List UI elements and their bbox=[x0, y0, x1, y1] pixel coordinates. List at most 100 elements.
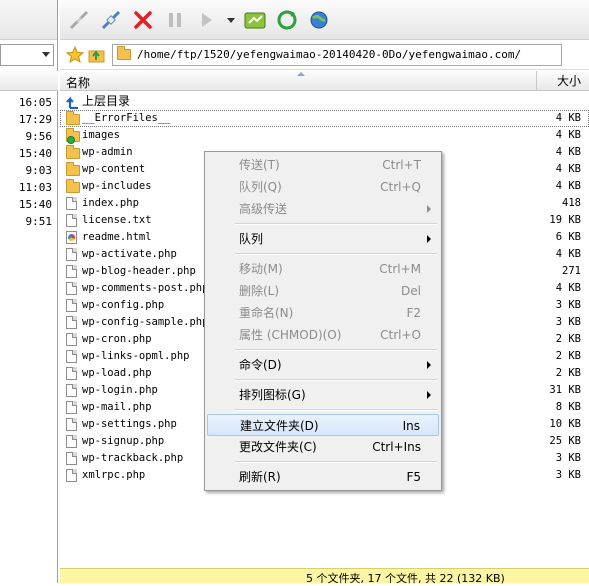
file-size: 4 KB bbox=[555, 248, 581, 260]
file-name: license.txt bbox=[82, 214, 152, 226]
menu-item-change-folder[interactable]: 更改文件夹(C) Ctrl+Ins bbox=[207, 436, 439, 458]
file-size: 4 KB bbox=[555, 112, 581, 124]
file-size: 10 KB bbox=[549, 418, 581, 430]
status-text: 5 个文件夹, 17 个文件, 共 22 (132 KB) bbox=[306, 572, 505, 585]
local-row-time[interactable]: 9:51 bbox=[0, 213, 58, 230]
menu-item-label: 更改文件夹(C) bbox=[239, 440, 317, 454]
menu-item-new-folder[interactable]: 建立文件夹(D) Ins bbox=[207, 414, 439, 436]
local-row-time[interactable]: 15:40 bbox=[0, 196, 58, 213]
file-size: 4 KB bbox=[555, 129, 581, 141]
globe-button[interactable] bbox=[304, 5, 334, 35]
folder-up-icon bbox=[88, 49, 105, 62]
file-name: images bbox=[82, 129, 120, 141]
disconnect-icon bbox=[69, 10, 89, 29]
menu-item-shortcut: Ctrl+T bbox=[382, 158, 421, 172]
menu-item-advanced-transfer[interactable]: 高级传送 bbox=[207, 198, 439, 220]
menu-item-move[interactable]: 移动(M) Ctrl+M bbox=[207, 258, 439, 280]
file-size: 2 KB bbox=[555, 333, 581, 345]
local-row-time[interactable]: 17:29 bbox=[0, 111, 58, 128]
table-row[interactable]: images 4 KB bbox=[60, 127, 589, 144]
local-row-time[interactable]: 9:56 bbox=[0, 128, 58, 145]
menu-item-queue[interactable]: 队列 bbox=[207, 228, 439, 250]
menu-separator bbox=[207, 250, 439, 258]
local-column-header[interactable] bbox=[0, 71, 58, 91]
menu-item-arrange-icons[interactable]: 排列图标(G) bbox=[207, 384, 439, 406]
table-row[interactable]: __ErrorFiles__ 4 KB bbox=[60, 110, 589, 127]
connect-icon bbox=[101, 10, 121, 29]
chevron-down-icon[interactable] bbox=[42, 52, 50, 57]
cancel-button[interactable] bbox=[128, 5, 158, 35]
file-name: readme.html bbox=[82, 231, 152, 243]
menu-item-label: 重命名(N) bbox=[239, 306, 294, 320]
menu-item-label: 队列(Q) bbox=[239, 180, 282, 194]
menu-separator bbox=[207, 346, 439, 354]
globe-icon bbox=[310, 11, 328, 28]
menu-item-chmod[interactable]: 属性 (CHMOD)(O) Ctrl+O bbox=[207, 324, 439, 346]
file-name: wp-blog-header.php bbox=[82, 265, 196, 277]
queue-play-icon bbox=[202, 12, 212, 27]
file-size: 3 KB bbox=[555, 452, 581, 464]
status-bar: 5 个文件夹, 17 个文件, 共 22 (132 KB) bbox=[60, 568, 589, 585]
connect-button[interactable] bbox=[96, 5, 126, 35]
local-toolbar bbox=[0, 0, 57, 40]
local-path-dropdown[interactable] bbox=[0, 44, 54, 66]
remote-toolbar bbox=[60, 0, 589, 40]
file-name: wp-config-sample.php bbox=[82, 316, 209, 328]
submenu-arrow-icon bbox=[427, 235, 431, 243]
file-size: 19 KB bbox=[549, 214, 581, 226]
menu-item-command[interactable]: 命令(D) bbox=[207, 354, 439, 376]
file-size: 418 bbox=[562, 197, 581, 209]
file-name: xmlrpc.php bbox=[82, 469, 146, 481]
file-name: wp-content bbox=[82, 163, 146, 175]
menu-item-shortcut: Del bbox=[401, 284, 421, 298]
dropdown-icon bbox=[227, 17, 235, 23]
local-row-time[interactable]: 11:03 bbox=[0, 179, 58, 196]
file-size: 4 KB bbox=[555, 282, 581, 294]
file-size: 3 KB bbox=[555, 469, 581, 481]
column-name[interactable]: 名称 bbox=[66, 74, 90, 91]
favorites-button[interactable] bbox=[64, 44, 86, 66]
menu-item-delete[interactable]: 删除(L) Del bbox=[207, 280, 439, 302]
menu-item-rename[interactable]: 重命名(N) F2 bbox=[207, 302, 439, 324]
file-name: wp-signup.php bbox=[82, 435, 165, 447]
parent-directory-row[interactable]: 上层目录 bbox=[60, 93, 589, 110]
sort-ascending-icon bbox=[297, 72, 305, 76]
parent-folder-button[interactable] bbox=[86, 44, 108, 66]
file-size: 2 KB bbox=[555, 367, 581, 379]
folder-icon bbox=[117, 46, 131, 60]
menu-item-label: 命令(D) bbox=[239, 358, 282, 372]
menu-item-transfer[interactable]: 传送(T) Ctrl+T bbox=[207, 154, 439, 176]
process-queue-button[interactable] bbox=[192, 5, 222, 35]
menu-item-shortcut: Ctrl+M bbox=[379, 262, 421, 276]
remote-path-text: /home/ftp/1520/yefengwaimao-20140420-0Do… bbox=[137, 48, 522, 61]
queue-dropdown-button[interactable] bbox=[224, 5, 238, 35]
pause-button[interactable] bbox=[160, 5, 190, 35]
file-size: 2 KB bbox=[555, 350, 581, 362]
file-name: wp-includes bbox=[82, 180, 152, 192]
refresh-icon bbox=[277, 10, 297, 29]
file-name: wp-cron.php bbox=[82, 333, 152, 345]
submenu-arrow-icon bbox=[427, 205, 431, 213]
file-name: wp-trackback.php bbox=[82, 452, 184, 464]
site-manager-button[interactable] bbox=[240, 5, 270, 35]
file-name: wp-login.php bbox=[82, 384, 158, 396]
disconnect-button[interactable] bbox=[64, 5, 94, 35]
file-size: 4 KB bbox=[555, 163, 581, 175]
local-row-time[interactable]: 16:05 bbox=[0, 94, 58, 111]
file-name: wp-activate.php bbox=[82, 248, 177, 260]
file-size: 25 KB bbox=[549, 435, 581, 447]
local-row-time[interactable]: 9:03 bbox=[0, 162, 58, 179]
remote-path-field[interactable]: /home/ftp/1520/yefengwaimao-20140420-0Do… bbox=[112, 43, 562, 66]
menu-item-label: 建立文件夹(D) bbox=[240, 419, 319, 433]
menu-item-label: 排列图标(G) bbox=[239, 388, 306, 402]
column-size[interactable]: 大小 bbox=[536, 71, 589, 91]
submenu-arrow-icon bbox=[427, 361, 431, 369]
menu-item-queue-add[interactable]: 队列(Q) Ctrl+Q bbox=[207, 176, 439, 198]
menu-item-refresh[interactable]: 刷新(R) F5 bbox=[207, 466, 439, 488]
menu-item-label: 移动(M) bbox=[239, 262, 283, 276]
file-name: wp-links-opml.php bbox=[82, 350, 190, 362]
menu-separator bbox=[207, 406, 439, 414]
local-row-time[interactable]: 15:40 bbox=[0, 145, 58, 162]
refresh-button[interactable] bbox=[272, 5, 302, 35]
file-name: wp-load.php bbox=[82, 367, 152, 379]
